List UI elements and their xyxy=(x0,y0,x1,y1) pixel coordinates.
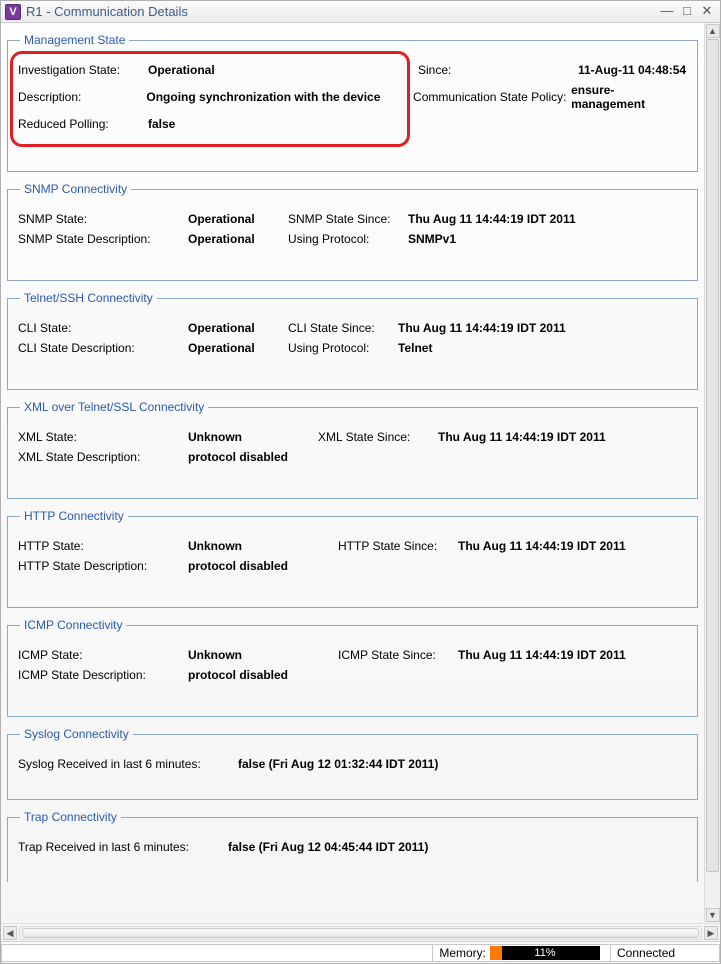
snmp-since-label: SNMP State Since: xyxy=(288,212,408,226)
group-icmp-connectivity: ICMP Connectivity ICMP State: Unknown IC… xyxy=(7,618,698,717)
group-management-state: Management State Investigation State: Op… xyxy=(7,33,698,172)
http-desc-value: protocol disabled xyxy=(188,559,288,573)
icmp-desc-value: protocol disabled xyxy=(188,668,288,682)
cli-state-label: CLI State: xyxy=(18,321,188,335)
window-title: R1 - Communication Details xyxy=(26,4,188,19)
investigation-state-label: Investigation State: xyxy=(18,63,148,77)
maximize-icon[interactable]: □ xyxy=(678,5,696,19)
xml-state-value: Unknown xyxy=(188,430,318,444)
snmp-proto-value: SNMPv1 xyxy=(408,232,456,246)
group-legend: Trap Connectivity xyxy=(20,810,121,824)
since-label: Since: xyxy=(418,63,578,77)
trap-recv-value: false (Fri Aug 12 04:45:44 IDT 2011) xyxy=(228,840,428,854)
group-xml-connectivity: XML over Telnet/SSL Connectivity XML Sta… xyxy=(7,400,698,499)
group-legend: XML over Telnet/SSL Connectivity xyxy=(20,400,208,414)
vertical-scroll-thumb[interactable] xyxy=(706,39,719,872)
snmp-desc-value: Operational xyxy=(188,232,288,246)
window-frame: V R1 - Communication Details — □ ✕ Manag… xyxy=(0,0,721,964)
status-bar: Memory: 11% Connected xyxy=(1,941,720,963)
scroll-right-arrow-icon[interactable]: ▶ xyxy=(704,926,718,940)
cli-proto-label: Using Protocol: xyxy=(288,341,398,355)
horizontal-scrollbar[interactable]: ◀ ▶ xyxy=(1,923,720,941)
description-value: Ongoing synchronization with the device xyxy=(146,90,413,104)
horizontal-scroll-thumb[interactable] xyxy=(22,928,699,938)
scroll-up-arrow-icon[interactable]: ▲ xyxy=(706,24,720,38)
xml-since-label: XML State Since: xyxy=(318,430,438,444)
cli-state-value: Operational xyxy=(188,321,288,335)
minimize-icon[interactable]: — xyxy=(658,5,676,19)
titlebar[interactable]: V R1 - Communication Details — □ ✕ xyxy=(1,1,720,23)
snmp-state-label: SNMP State: xyxy=(18,212,188,226)
snmp-desc-label: SNMP State Description: xyxy=(18,232,188,246)
icmp-since-label: ICMP State Since: xyxy=(338,648,458,662)
group-legend: SNMP Connectivity xyxy=(20,182,131,196)
group-legend: Telnet/SSH Connectivity xyxy=(20,291,157,305)
http-desc-label: HTTP State Description: xyxy=(18,559,188,573)
trap-recv-label: Trap Received in last 6 minutes: xyxy=(18,840,228,854)
http-state-value: Unknown xyxy=(188,539,338,553)
icmp-state-label: ICMP State: xyxy=(18,648,188,662)
policy-value: ensure-management xyxy=(571,83,687,111)
vertical-scrollbar[interactable]: ▲ ▼ xyxy=(704,23,720,923)
icmp-since-value: Thu Aug 11 14:44:19 IDT 2011 xyxy=(458,648,626,662)
group-legend: ICMP Connectivity xyxy=(20,618,126,632)
investigation-state-value: Operational xyxy=(148,63,418,77)
http-state-label: HTTP State: xyxy=(18,539,188,553)
http-since-label: HTTP State Since: xyxy=(338,539,458,553)
xml-since-value: Thu Aug 11 14:44:19 IDT 2011 xyxy=(438,430,606,444)
cli-desc-label: CLI State Description: xyxy=(18,341,188,355)
snmp-proto-label: Using Protocol: xyxy=(288,232,408,246)
close-icon[interactable]: ✕ xyxy=(698,5,716,19)
reduced-polling-value: false xyxy=(148,117,175,131)
syslog-recv-value: false (Fri Aug 12 01:32:44 IDT 2011) xyxy=(238,757,438,771)
group-syslog-connectivity: Syslog Connectivity Syslog Received in l… xyxy=(7,727,698,800)
description-label: Description: xyxy=(18,90,146,104)
group-trap-connectivity: Trap Connectivity Trap Received in last … xyxy=(7,810,698,882)
xml-desc-value: protocol disabled xyxy=(188,450,288,464)
xml-desc-label: XML State Description: xyxy=(18,450,188,464)
icmp-desc-label: ICMP State Description: xyxy=(18,668,188,682)
http-since-value: Thu Aug 11 14:44:19 IDT 2011 xyxy=(458,539,626,553)
cli-since-value: Thu Aug 11 14:44:19 IDT 2011 xyxy=(398,321,566,335)
group-legend: Management State xyxy=(20,33,129,47)
policy-label: Communication State Policy: xyxy=(413,90,571,104)
group-telnet-ssh-connectivity: Telnet/SSH Connectivity CLI State: Opera… xyxy=(7,291,698,390)
group-legend: HTTP Connectivity xyxy=(20,509,128,523)
since-value: 11-Aug-11 04:48:54 xyxy=(578,63,686,77)
app-icon: V xyxy=(5,4,21,20)
snmp-since-value: Thu Aug 11 14:44:19 IDT 2011 xyxy=(408,212,576,226)
group-legend: Syslog Connectivity xyxy=(20,727,133,741)
reduced-polling-label: Reduced Polling: xyxy=(18,117,148,131)
scroll-down-arrow-icon[interactable]: ▼ xyxy=(706,908,720,922)
group-snmp-connectivity: SNMP Connectivity SNMP State: Operationa… xyxy=(7,182,698,281)
xml-state-label: XML State: xyxy=(18,430,188,444)
icmp-state-value: Unknown xyxy=(188,648,338,662)
content-area: Management State Investigation State: Op… xyxy=(1,23,704,923)
snmp-state-value: Operational xyxy=(188,212,288,226)
cli-proto-value: Telnet xyxy=(398,341,432,355)
group-http-connectivity: HTTP Connectivity HTTP State: Unknown HT… xyxy=(7,509,698,608)
scroll-left-arrow-icon[interactable]: ◀ xyxy=(3,926,17,940)
cli-desc-value: Operational xyxy=(188,341,288,355)
cli-since-label: CLI State Since: xyxy=(288,321,398,335)
syslog-recv-label: Syslog Received in last 6 minutes: xyxy=(18,757,238,771)
